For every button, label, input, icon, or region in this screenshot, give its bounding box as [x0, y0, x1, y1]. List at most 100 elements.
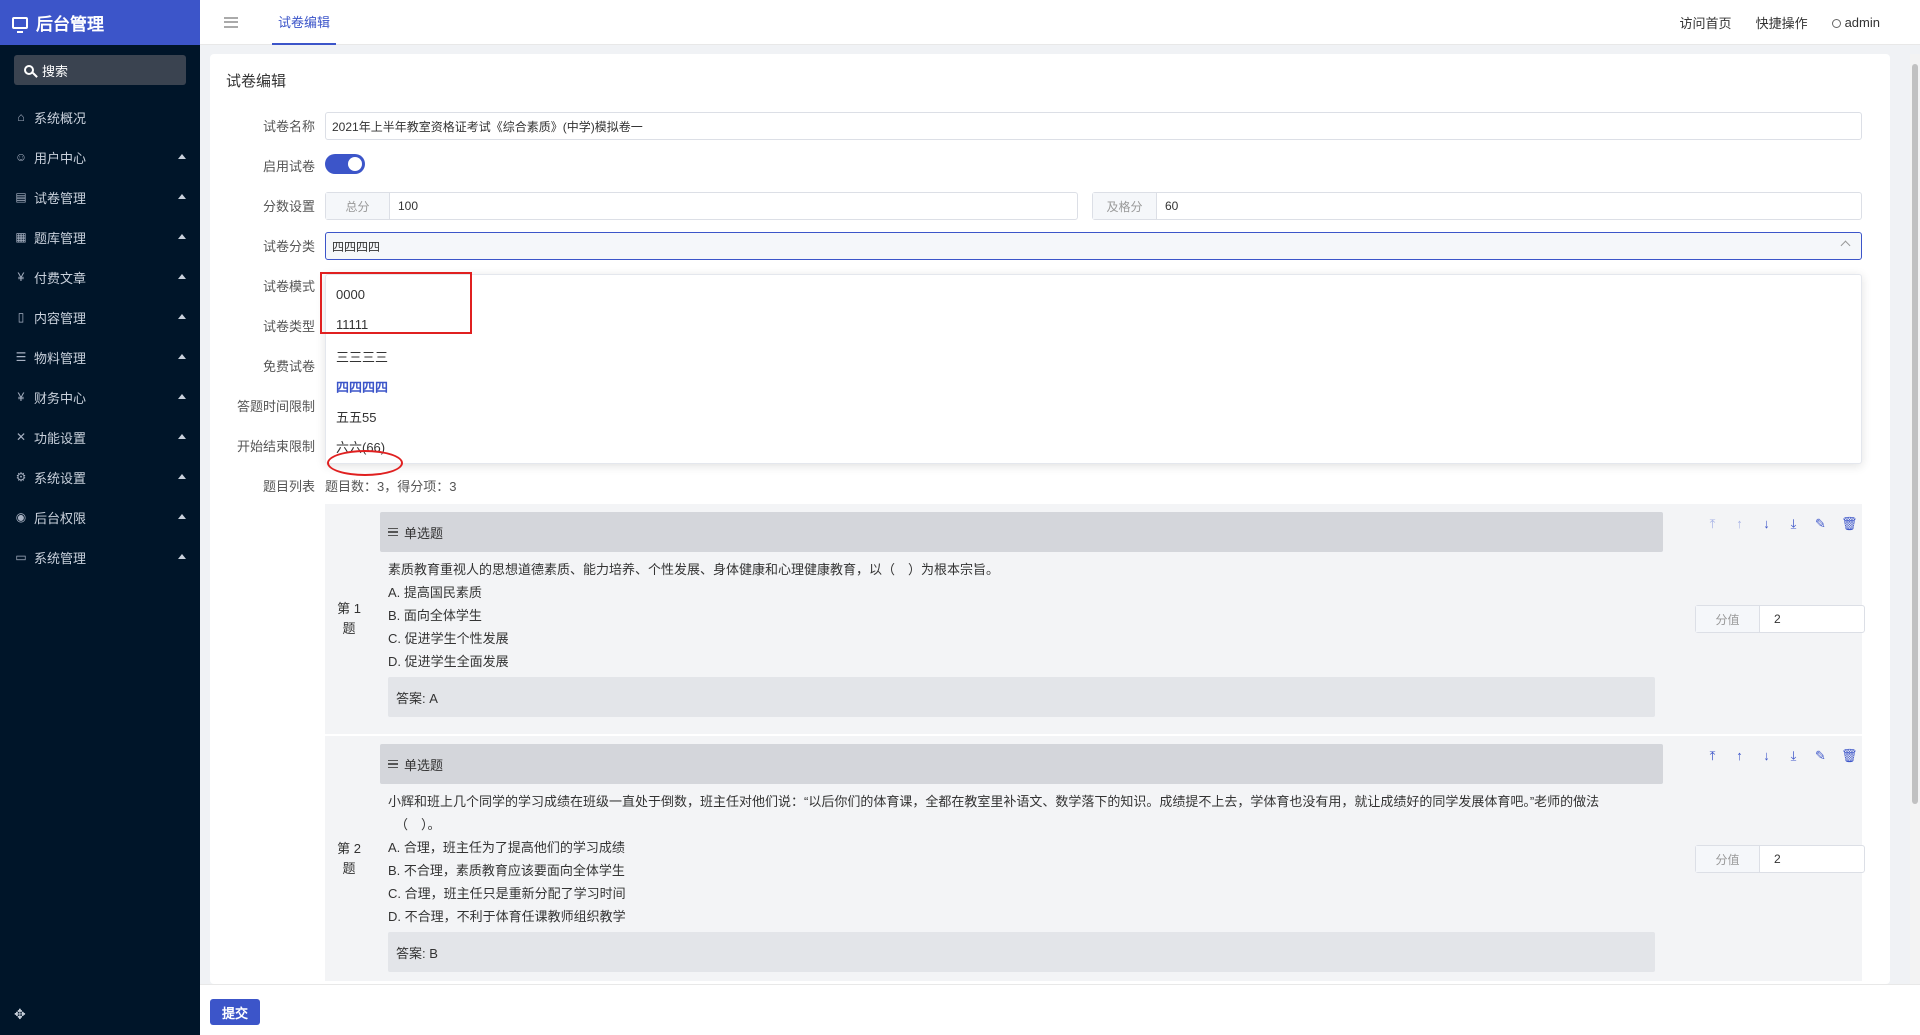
sidebar-item-label: 财务中心	[34, 390, 87, 406]
dropdown-option[interactable]: 四四四四	[336, 377, 388, 396]
annotation-ellipse	[327, 450, 403, 476]
delete-icon[interactable]: 🗑	[1841, 516, 1858, 532]
sidebar-item-label: 内容管理	[34, 310, 87, 326]
score-label: 分数设置	[262, 199, 315, 214]
delete-icon[interactable]: 🗑	[1841, 748, 1858, 764]
move-bottom-icon[interactable]: ⤓	[1787, 516, 1800, 532]
question-answer: 答案: B	[388, 932, 1655, 972]
caret-up-icon	[178, 314, 186, 319]
dropdown-option[interactable]: 五五55	[336, 407, 376, 426]
question-option: A. 提高国民素质	[388, 585, 482, 600]
user-circle-icon: ◉	[15, 510, 27, 524]
paper-name-input[interactable]: 2021年上半年教室资格证考试《综合素质》(中学)模拟卷一	[325, 112, 1862, 140]
sidebar-item-6[interactable]: ☰ 物料管理	[0, 337, 200, 377]
brand[interactable]: 后台管理	[0, 0, 200, 45]
question-number-line: 第 1	[337, 601, 361, 616]
edit-icon[interactable]: ✎	[1814, 516, 1827, 532]
score-input[interactable]: 分值 2	[1695, 845, 1865, 873]
sidebar-item-label: 系统管理	[34, 550, 87, 566]
dropdown-option[interactable]: 三三三三	[336, 347, 388, 366]
question-number-line: 题	[342, 621, 356, 636]
sidebar-item-11[interactable]: ▭ 系统管理	[0, 537, 200, 577]
monitor-icon	[12, 16, 28, 33]
category-select[interactable]: 四四四四	[325, 232, 1862, 260]
sidebar-item-2[interactable]: ▤ 试卷管理	[0, 177, 200, 217]
search-label: 搜索	[42, 63, 69, 79]
question-option: C. 合理，班主任只是重新分配了学习时间	[388, 886, 626, 901]
monitor-icon: ▭	[15, 550, 27, 564]
total-score-input[interactable]: 总分 100	[325, 192, 1078, 220]
move-down-icon[interactable]: ↓	[1760, 516, 1773, 532]
chevron-up-icon	[1840, 240, 1851, 251]
list-icon: ☰	[15, 350, 27, 364]
sidebar-item-9[interactable]: ⚙ 系统设置	[0, 457, 200, 497]
sidebar-item-label: 试卷管理	[34, 190, 87, 206]
submit-button[interactable]: 提交	[210, 999, 260, 1025]
edit-icon[interactable]: ✎	[1814, 748, 1827, 764]
list-icon	[388, 760, 398, 768]
move-top-icon[interactable]: ⤒	[1706, 748, 1719, 764]
question-type-bar: 单选题	[380, 512, 1663, 552]
scrollbar[interactable]	[1910, 54, 1920, 984]
score-value: 2	[1774, 612, 1781, 626]
sidebar-item-8[interactable]: ✕ 功能设置	[0, 417, 200, 457]
sidebar-item-10[interactable]: ◉ 后台权限	[0, 497, 200, 537]
question-type: 单选题	[404, 525, 444, 541]
sidebar-menu: ⌂ 系统概况 ☺ 用户中心 ▤ 试卷管理 ▦ 题库管理 ¥ 付费文章 ▯ 内容管理 ☰ 物料管理 ¥ 财务中心…	[0, 97, 200, 577]
visit-home-link[interactable]: 访问首页	[1680, 13, 1732, 32]
question-toolbar: ⤒ ↑ ↓ ⤓ ✎ 🗑	[1706, 748, 1858, 764]
move-up-icon[interactable]: ↑	[1733, 748, 1746, 764]
sidebar-search[interactable]: 搜索	[14, 55, 186, 85]
quick-actions-link[interactable]: 快捷操作	[1756, 13, 1808, 32]
question-block: 第 2 题 单选题 小辉和班上几个同学的学习成绩在班级一直处于倒数，班主任对他们说：“…	[325, 736, 1865, 981]
question-stem-cont: （ ）。	[395, 817, 441, 832]
header-actions: 访问首页 快捷操作 admin	[1656, 0, 1880, 45]
move-icon[interactable]: ✥	[14, 1006, 26, 1023]
question-option: C. 促进学生个性发展	[388, 631, 509, 646]
user-menu[interactable]: admin	[1831, 15, 1880, 30]
score-value: 2	[1774, 852, 1781, 866]
score-input[interactable]: 分值 2	[1695, 605, 1865, 633]
caret-up-icon	[178, 234, 186, 239]
caret-up-icon	[178, 154, 186, 159]
score-addon: 分值	[1696, 606, 1760, 632]
caret-up-icon	[178, 274, 186, 279]
move-bottom-icon[interactable]: ⤓	[1787, 748, 1800, 764]
sidebar-item-label: 付费文章	[34, 270, 87, 286]
tab-paper-edit[interactable]: 试卷编辑	[272, 0, 337, 45]
enable-switch[interactable]	[325, 154, 365, 174]
sidebar-item-label: 物料管理	[34, 350, 87, 366]
sidebar-item-0[interactable]: ⌂ 系统概况	[0, 97, 200, 137]
pass-score-input[interactable]: 及格分 60	[1092, 192, 1862, 220]
sidebar-item-label: 系统概况	[34, 110, 87, 126]
caret-up-icon	[178, 514, 186, 519]
sidebar-item-1[interactable]: ☺ 用户中心	[0, 137, 200, 177]
sidebar-item-3[interactable]: ▦ 题库管理	[0, 217, 200, 257]
sidebar-item-label: 后台权限	[34, 510, 87, 526]
move-top-icon[interactable]: ⤒	[1706, 516, 1719, 532]
question-option: A. 合理，班主任为了提高他们的学习成绩	[388, 840, 625, 855]
page-title: 试卷编辑	[226, 73, 287, 90]
question-option: B. 不合理，素质教育应该要面向全体学生	[388, 863, 625, 878]
menu-toggle-icon[interactable]	[224, 16, 238, 28]
annotation-box	[320, 272, 472, 334]
category-dropdown: 0000 11111 三三三三 四四四四 五五55 六六(66)	[325, 274, 1862, 464]
move-down-icon[interactable]: ↓	[1760, 748, 1773, 764]
sidebar-item-5[interactable]: ▯ 内容管理	[0, 297, 200, 337]
header: 试卷编辑 访问首页 快捷操作 admin	[200, 0, 1920, 45]
question-stem: 素质教育重视人的思想道德素质、能力培养、个性发展、身体健康和心理健康教育，以（ …	[388, 562, 1000, 577]
sidebar-item-4[interactable]: ¥ 付费文章	[0, 257, 200, 297]
yen-icon: ¥	[17, 270, 25, 284]
question-number: 第 1 题	[325, 599, 373, 639]
question-block: 第 1 题 单选题素质教育重视人的思想道德素质、能力培养、个性发展、身体健康和心理健…	[325, 504, 1865, 734]
move-up-icon[interactable]: ↑	[1733, 516, 1746, 532]
question-list-label: 题目列表	[262, 479, 315, 494]
pass-addon: 及格分	[1093, 193, 1157, 219]
question-option: D. 促进学生全面发展	[388, 654, 509, 669]
scrollbar-thumb[interactable]	[1912, 64, 1918, 804]
sidebar-item-7[interactable]: ¥ 财务中心	[0, 377, 200, 417]
enable-label: 启用试卷	[262, 159, 315, 174]
gear-icon: ⚙	[15, 470, 27, 484]
total-addon: 总分	[326, 193, 390, 219]
category-label: 试卷分类	[262, 239, 315, 254]
